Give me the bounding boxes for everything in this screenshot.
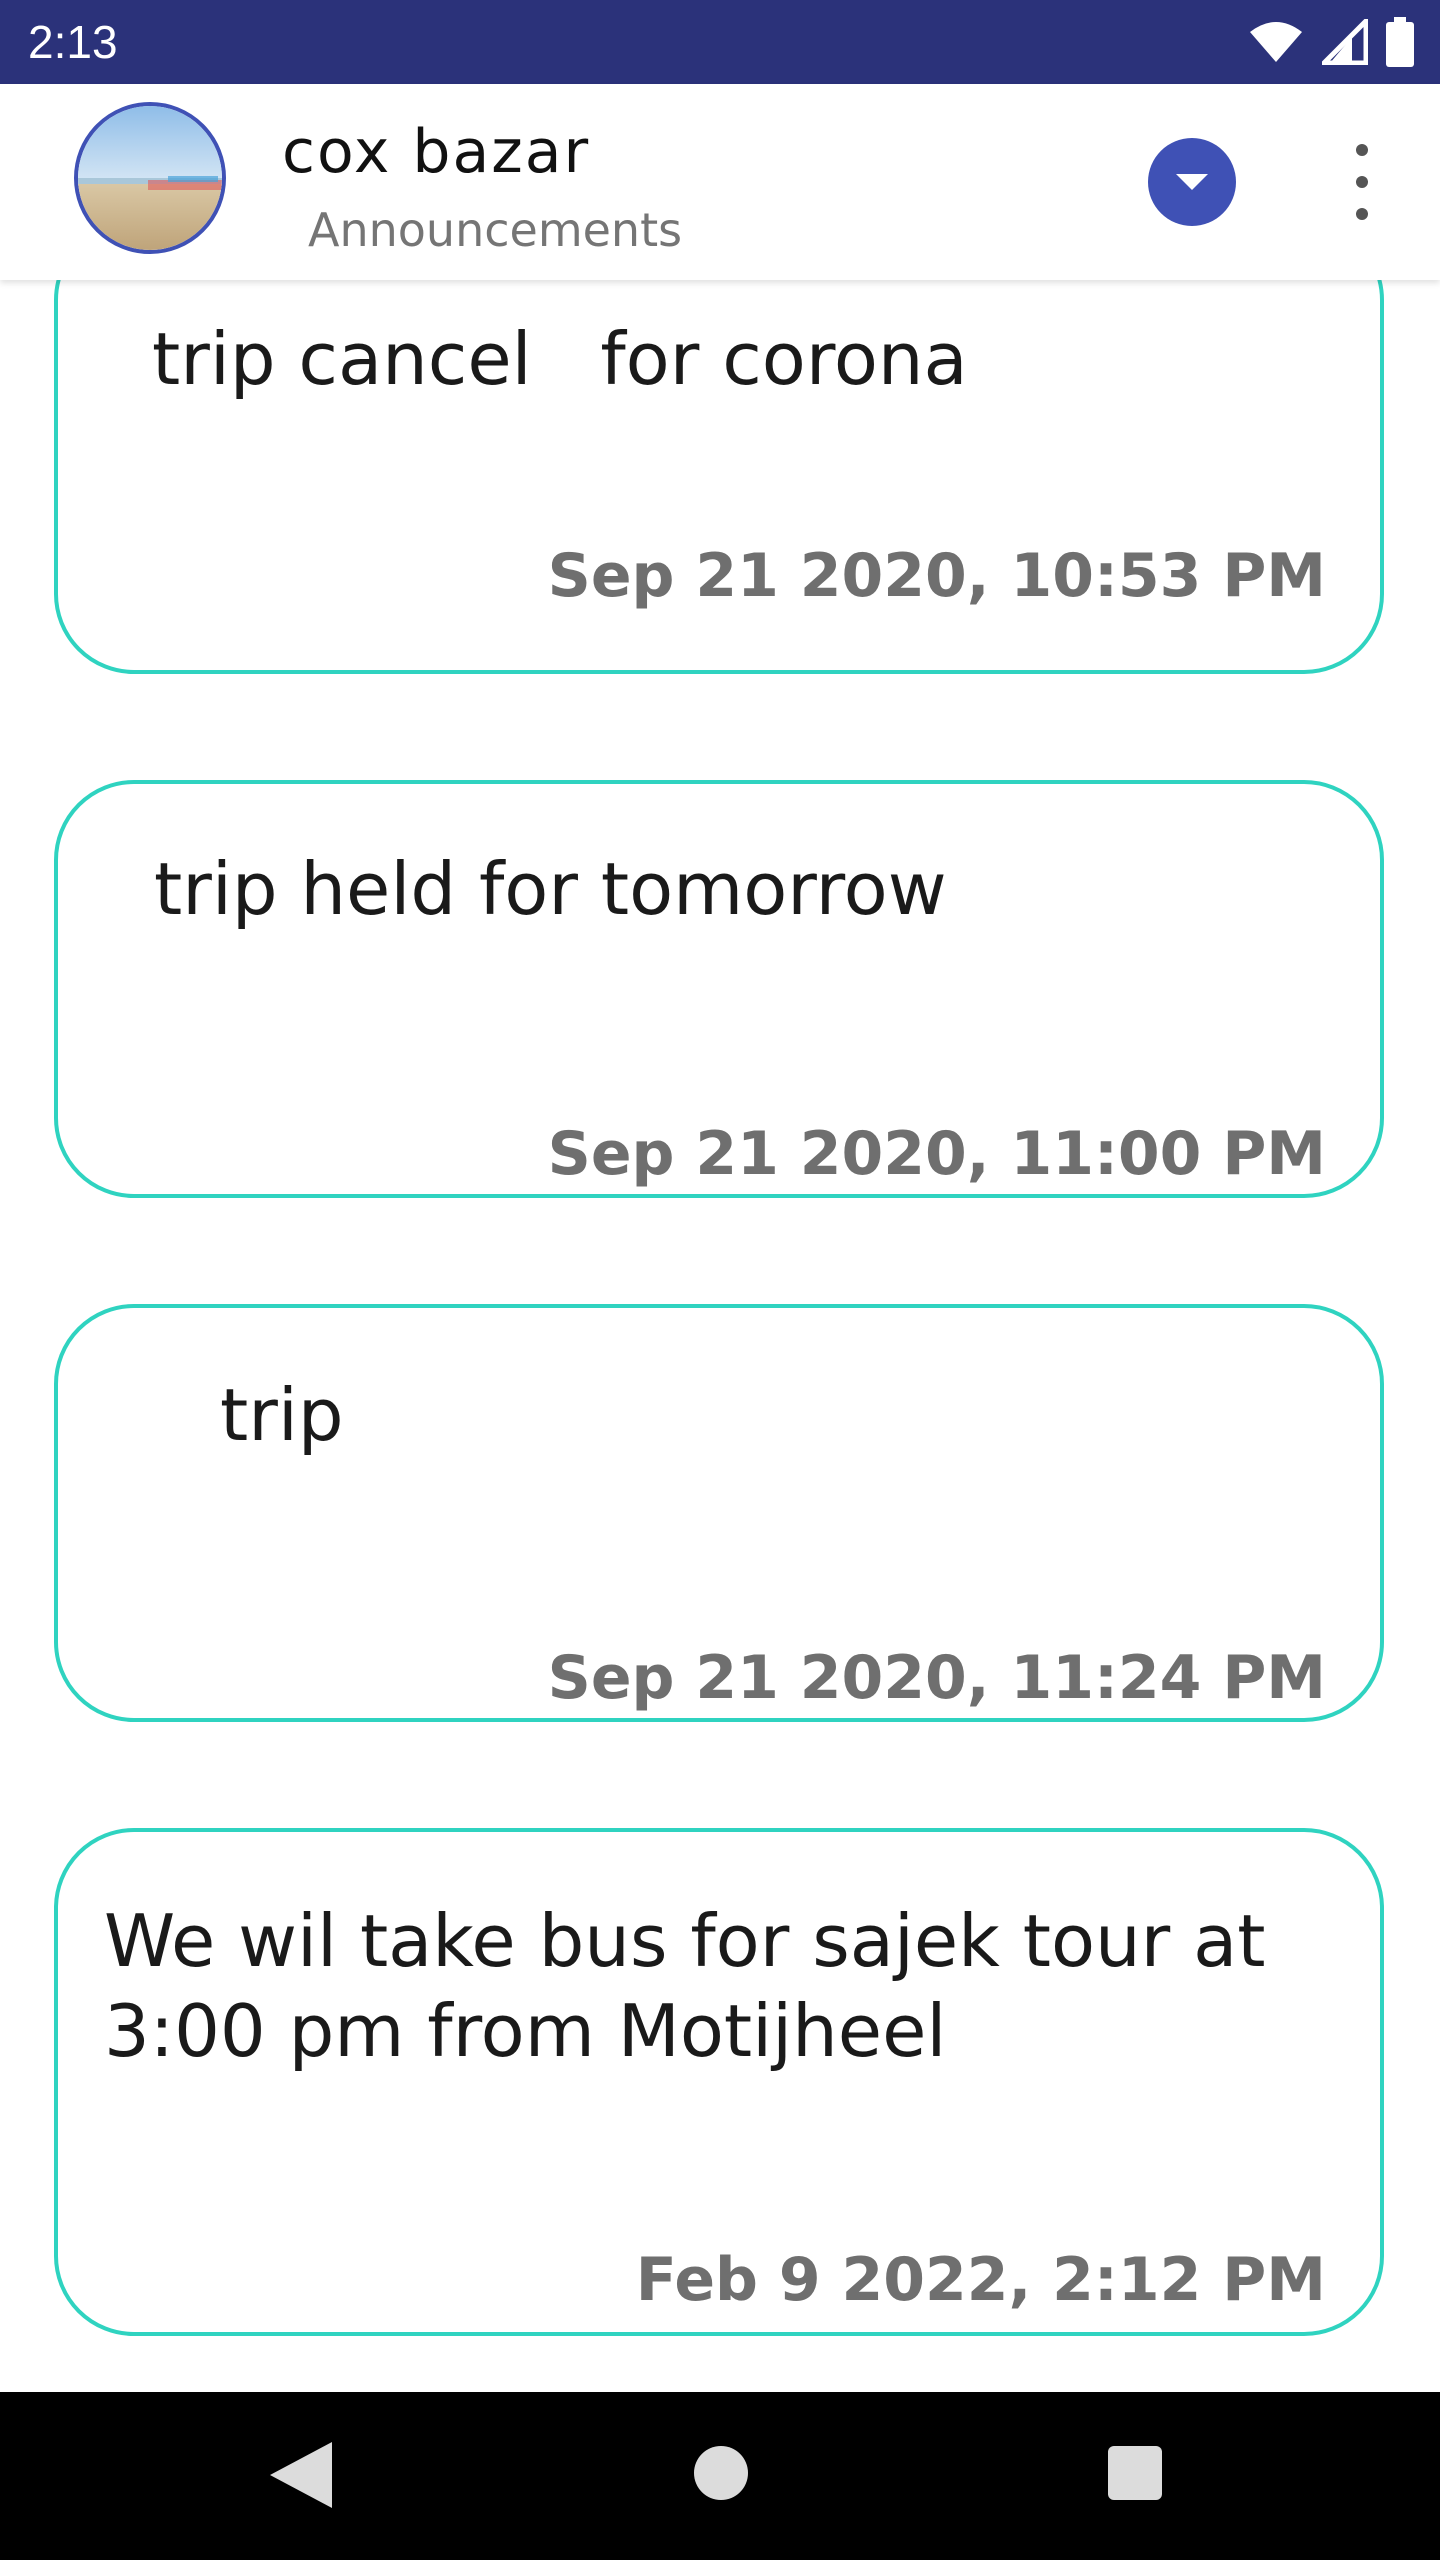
recents-icon[interactable] bbox=[1108, 2446, 1162, 2500]
back-icon[interactable] bbox=[270, 2442, 332, 2508]
group-name: cox bazar bbox=[282, 117, 591, 187]
beach-image bbox=[78, 106, 222, 250]
announcement-card[interactable]: We wil take bus for sajek tour at 3:00 p… bbox=[54, 1828, 1384, 2336]
status-icons bbox=[1248, 16, 1414, 68]
status-bar: 2:13 bbox=[0, 0, 1440, 84]
cell-signal-icon bbox=[1322, 19, 1368, 65]
status-time: 2:13 bbox=[28, 16, 118, 68]
more-vert-dot bbox=[1356, 176, 1368, 188]
battery-icon bbox=[1386, 17, 1414, 67]
wifi-icon bbox=[1250, 22, 1302, 62]
announcement-time: Sep 21 2020, 11:24 PM bbox=[547, 1643, 1326, 1713]
announcement-text: trip bbox=[220, 1373, 344, 1457]
navigation-bar bbox=[0, 2392, 1440, 2560]
announcement-time: Sep 21 2020, 11:00 PM bbox=[547, 1119, 1326, 1189]
toolbar-subtitle: Announcements bbox=[308, 203, 683, 257]
announcements-screen: 2:13 cox bazar Announcements trip cancel… bbox=[0, 0, 1440, 2560]
announcement-text: trip cancel for corona bbox=[152, 317, 968, 401]
announcement-time: Sep 21 2020, 10:53 PM bbox=[547, 541, 1326, 611]
announcement-text: We wil take bus for sajek tour at 3:00 p… bbox=[104, 1899, 1266, 2073]
announcement-list[interactable]: trip cancel for corona Sep 21 2020, 10:5… bbox=[0, 280, 1440, 2392]
announcement-card[interactable]: trip Sep 21 2020, 11:24 PM bbox=[54, 1304, 1384, 1722]
app-toolbar: cox bazar Announcements bbox=[0, 84, 1440, 280]
more-vert-dot bbox=[1356, 208, 1368, 220]
overflow-menu-button[interactable] bbox=[1336, 144, 1388, 220]
announcement-text: trip held for tomorrow bbox=[154, 847, 947, 931]
more-vert-icon bbox=[1356, 144, 1368, 156]
home-icon[interactable] bbox=[694, 2446, 748, 2500]
announcement-time: Feb 9 2022, 2:12 PM bbox=[635, 2245, 1326, 2315]
chevron-down-icon bbox=[1176, 174, 1208, 190]
group-avatar[interactable] bbox=[74, 102, 226, 254]
dropdown-button[interactable] bbox=[1148, 138, 1236, 226]
announcement-card[interactable]: trip held for tomorrow Sep 21 2020, 11:0… bbox=[54, 780, 1384, 1198]
announcement-card[interactable]: trip cancel for corona Sep 21 2020, 10:5… bbox=[54, 280, 1384, 674]
